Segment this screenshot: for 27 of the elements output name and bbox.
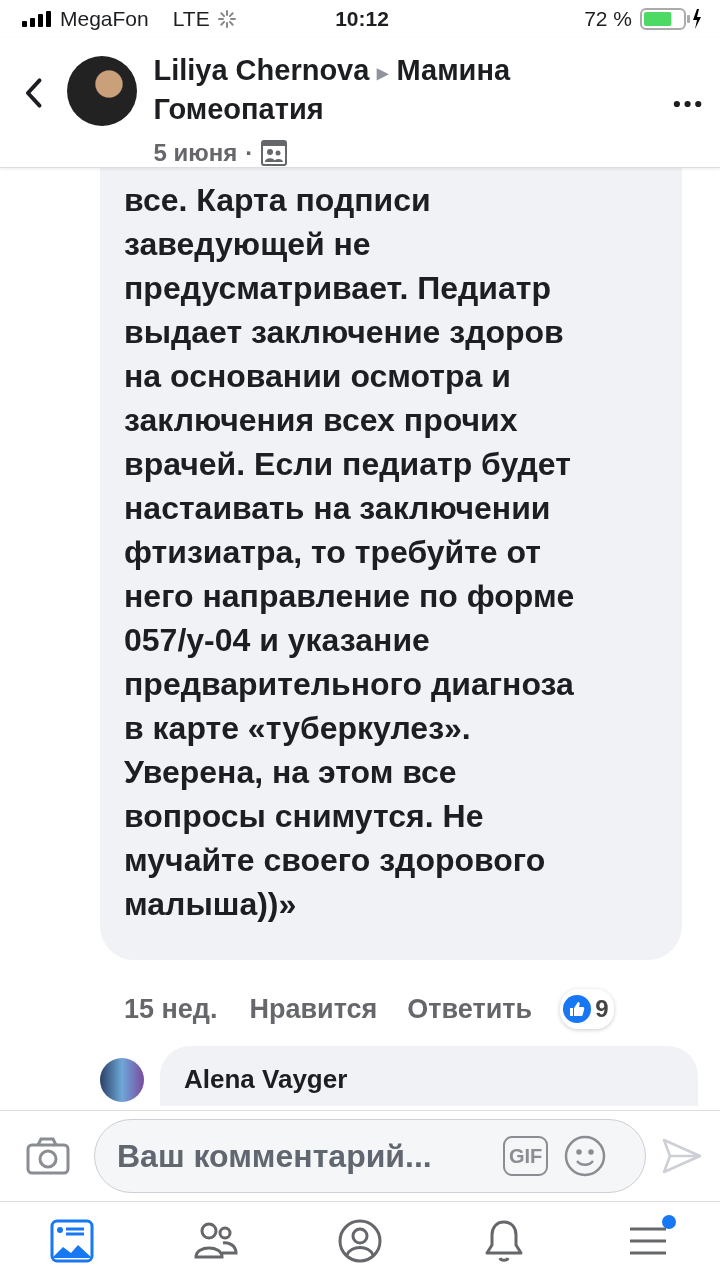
commenter-name[interactable]: Alena Vayger	[184, 1064, 348, 1094]
clock: 10:12	[335, 6, 389, 33]
group-audience-icon	[261, 140, 288, 166]
commenter-avatar[interactable]	[100, 1058, 144, 1102]
profile-icon[interactable]	[336, 1217, 384, 1265]
like-icon	[563, 995, 592, 1023]
battery-icon	[640, 8, 702, 30]
back-icon[interactable]	[24, 76, 44, 110]
post-date: 5 июня	[153, 138, 238, 168]
comment-text: все. Карта подписи заведующей не предусматривает. Педиатр выдает заключение здоров на основании осмотра и заключения всех прочих врачей. Если педиатр будет настаивать на заключении фтизиатра, то требуйте от него направление по форме 057/у-04 и указание предварительного диагноза в карте «туберкулез». Уверена, на этом все вопросы снимутся. Не мучайте своего здорового малыша))»	[124, 181, 576, 924]
battery-percent: 72 %	[584, 6, 632, 33]
like-link[interactable]: Нравится	[249, 988, 378, 1030]
news-feed-icon[interactable]	[48, 1217, 96, 1265]
signal-icon	[22, 11, 52, 27]
comment-input[interactable]: Ваш комментарий... GIF	[94, 1119, 646, 1193]
more-icon[interactable]	[672, 100, 702, 108]
emoji-icon[interactable]	[564, 1135, 607, 1177]
gif-button[interactable]: GIF	[503, 1136, 549, 1176]
reply-link[interactable]: Ответить	[407, 988, 533, 1030]
network-type: LTE	[172, 6, 210, 33]
reaction-count-badge[interactable]: 9	[560, 989, 615, 1029]
carrier-name: MegaFon	[60, 6, 149, 33]
dot-separator: ·	[245, 138, 254, 168]
loading-icon	[217, 10, 236, 28]
comment-time: 15 нед.	[124, 992, 218, 1026]
camera-icon[interactable]	[26, 1137, 70, 1175]
post-title: Liliya Chernova ▸ Мамина Гомеопатия	[153, 53, 512, 127]
